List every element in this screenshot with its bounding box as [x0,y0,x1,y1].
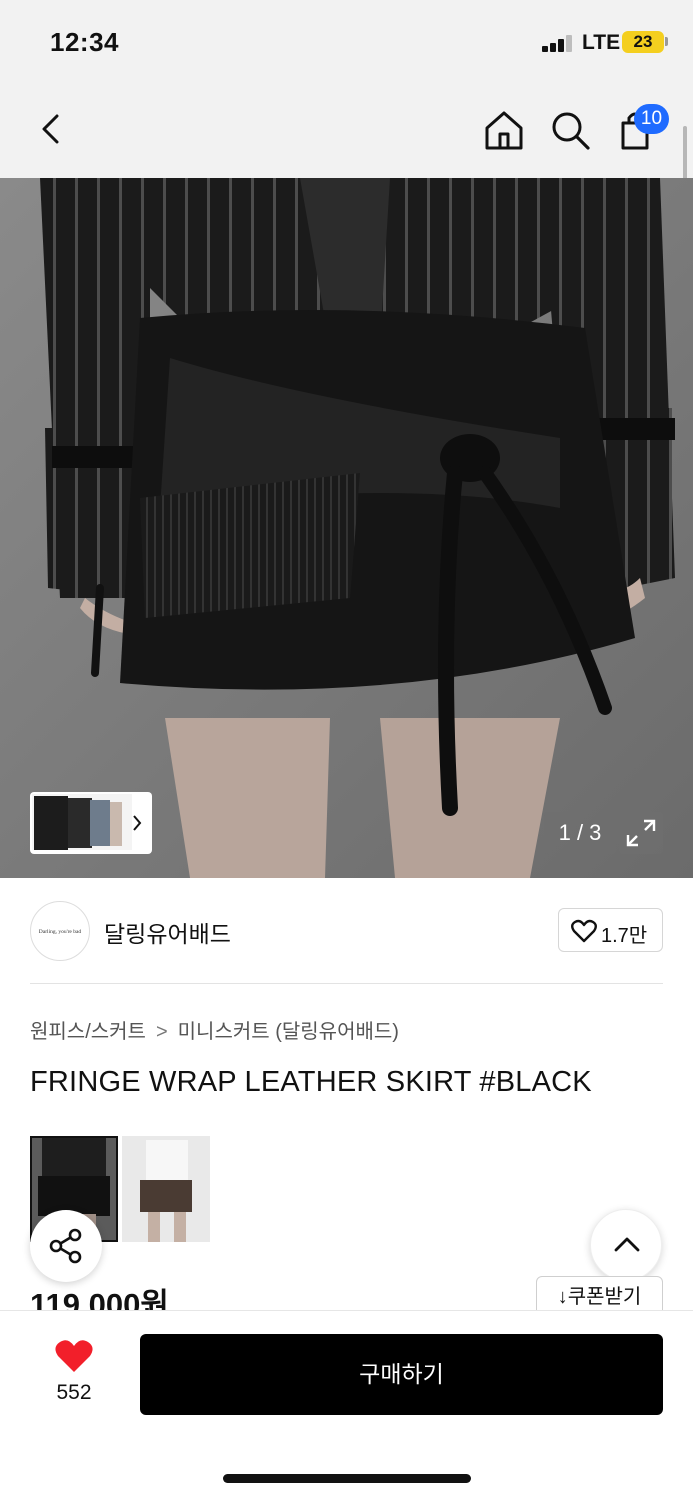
heart-outline-icon [571,919,597,943]
product-photo [0,178,693,878]
product-title: FRINGE WRAP LEATHER SKIRT #BLACK [30,1066,592,1098]
gallery-more-button[interactable] [30,792,152,854]
wishlist-button[interactable] [54,1338,94,1374]
heart-filled-icon [55,1340,93,1372]
home-indicator [223,1474,471,1483]
product-price: 119,000원 [30,1287,169,1311]
status-time: 12:34 [50,27,119,57]
search-button[interactable] [548,108,592,152]
brand-like-button[interactable]: 1.7만 [558,908,663,952]
battery-cap [665,37,668,46]
share-icon [49,1228,82,1264]
color-option-image [122,1136,210,1242]
back-button[interactable] [30,108,74,152]
signal-icon [542,34,576,52]
top-nav-bar [0,88,693,178]
buy-button[interactable]: 구매하기 [140,1334,663,1415]
brand-logo[interactable]: Darling, you're bad [30,901,90,961]
status-bar: 12:34 LTE 23 [0,0,693,88]
brand-name[interactable]: 달링유어배드 [104,915,231,949]
network-label: LTE [582,31,621,54]
search-icon [552,112,590,150]
scroll-top-button[interactable] [590,1209,662,1281]
product-image-gallery[interactable]: 1 / 3 [0,178,693,878]
expand-button[interactable] [619,812,663,854]
chevron-up-icon [614,1237,640,1252]
breadcrumb-subcategory[interactable]: 미니스커트 (달링유어배드) [178,1021,399,1043]
home-icon [485,111,523,150]
color-option-thumbnail[interactable] [122,1136,210,1242]
share-button[interactable] [30,1210,102,1282]
wishlist-count: 552 [56,1381,92,1404]
gallery-thumbnail-preview [32,794,142,850]
breadcrumb: 원피스/스커트 > 미니스커트 (달링유어배드) [30,1015,399,1044]
chevron-right-icon [133,815,142,831]
home-button[interactable] [482,108,526,152]
expand-icon [626,819,656,847]
image-pager: 1 / 3 [544,812,616,854]
divider [30,983,663,984]
cart-count-badge: 10 [634,104,669,134]
battery-icon: 23 [622,31,664,53]
chevron-left-icon [42,114,59,144]
breadcrumb-category[interactable]: 원피스/스커트 [30,1021,146,1043]
brand-like-count: 1.7만 [601,925,648,947]
breadcrumb-separator: > [155,1021,168,1043]
